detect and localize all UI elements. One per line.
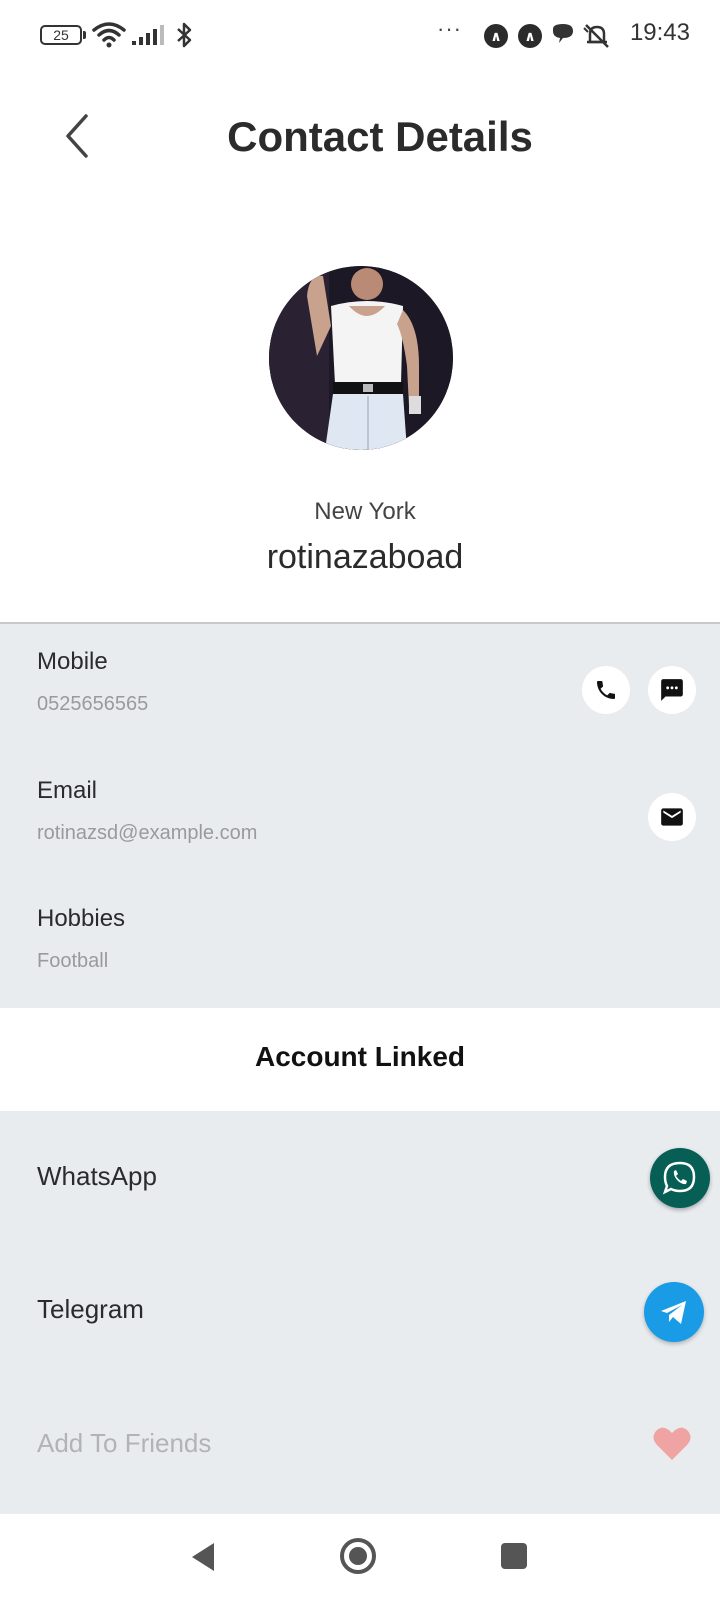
hobbies-label: Hobbies (37, 905, 126, 932)
message-icon (661, 679, 683, 701)
alarm-off-icon (583, 24, 609, 48)
email-value: rotinazsd@example.com (37, 822, 258, 844)
wifi-icon (92, 22, 126, 48)
telegram-button[interactable] (644, 1282, 704, 1342)
battery-tip (83, 31, 86, 39)
whatsapp-label: WhatsApp (37, 1161, 157, 1191)
page-title: Contact Details (227, 113, 533, 160)
hobbies-value: Football (37, 950, 109, 972)
avatar (269, 266, 453, 450)
profile-photo (269, 266, 453, 450)
home-circle-icon[interactable] (338, 1536, 378, 1576)
call-button[interactable] (582, 666, 630, 714)
contact-username: rotinazaboad (266, 538, 464, 576)
contact-city: New York (314, 498, 416, 525)
mobile-label: Mobile (37, 648, 108, 675)
telegram-icon (661, 1301, 686, 1324)
status-bar: 25 ··· ∧ ∧ 19:43 (0, 0, 720, 70)
app-notification-icon: ∧ (518, 24, 542, 48)
account-linked-heading: Account Linked (254, 1041, 465, 1072)
more-icon: ··· (437, 16, 462, 41)
email-label: Email (37, 777, 98, 804)
battery-icon: 25 (40, 25, 82, 45)
recents-square-icon[interactable] (500, 1542, 528, 1570)
mobile-value: 0525656565 (37, 693, 149, 715)
message-button[interactable] (648, 666, 696, 714)
add-to-friends-label: Add To Friends (37, 1428, 212, 1458)
whatsapp-button[interactable] (650, 1148, 710, 1208)
bluetooth-icon (177, 22, 192, 48)
navigation-bar (0, 1514, 720, 1600)
heart-icon[interactable] (652, 1426, 692, 1462)
telegram-label: Telegram (37, 1294, 144, 1324)
phone-icon (597, 681, 615, 699)
email-button[interactable] (648, 793, 696, 841)
whatsapp-icon (662, 1161, 696, 1195)
back-triangle-icon[interactable] (188, 1540, 218, 1574)
app-notification-icon: ∧ (484, 24, 508, 48)
signal-icon (132, 25, 164, 45)
chat-bubble-icon (553, 24, 573, 43)
clock: 19:43 (629, 19, 690, 46)
mail-icon (661, 808, 683, 826)
